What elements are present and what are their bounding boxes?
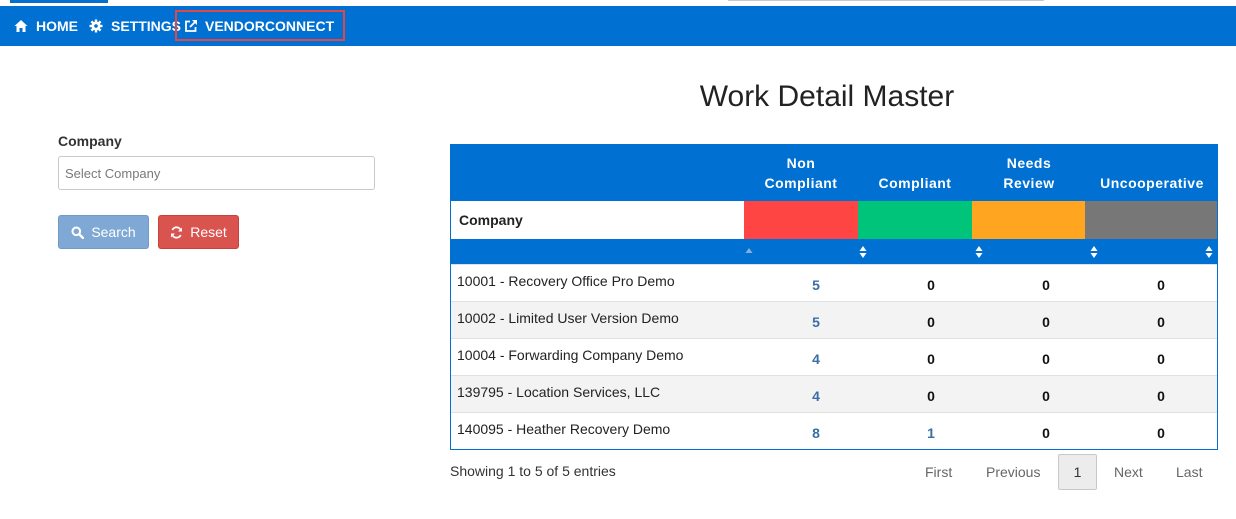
company-cell: 140095 - Heather Recovery Demo	[457, 421, 671, 437]
swatch-compliant	[858, 201, 972, 239]
nav-home-label: HOME	[36, 18, 78, 34]
sort-both-icon[interactable]	[975, 245, 983, 259]
company-cell: 10002 - Limited User Version Demo	[457, 310, 679, 326]
swatch-non-compliant	[744, 201, 858, 239]
sort-both-icon[interactable]	[1090, 245, 1098, 259]
uncooperative-count: 0	[1157, 388, 1165, 404]
column-header-non-compliant[interactable]: Non Compliant	[744, 153, 858, 193]
non-compliant-count-link[interactable]: 5	[759, 277, 873, 293]
external-link-icon	[184, 19, 198, 33]
company-cell: 10001 - Recovery Office Pro Demo	[457, 273, 675, 289]
page-title: Work Detail Master	[699, 80, 955, 113]
swatch-uncooperative	[1085, 201, 1217, 239]
nav-vendorconnect[interactable]: VENDORCONNECT	[175, 10, 346, 41]
pagination-next[interactable]: Next	[1114, 454, 1143, 490]
compliant-count-link[interactable]: 1	[874, 425, 988, 441]
needs-review-count: 0	[1042, 277, 1050, 293]
nav-settings-label: SETTINGS	[111, 18, 182, 34]
pagination-first[interactable]: First	[925, 454, 952, 490]
needs-review-count: 0	[1042, 314, 1050, 330]
refresh-icon	[170, 225, 183, 239]
gear-icon	[89, 19, 103, 33]
home-icon	[14, 19, 28, 33]
table-info: Showing 1 to 5 of 5 entries	[450, 463, 616, 479]
search-icon	[71, 226, 85, 239]
search-button[interactable]: Search	[58, 215, 149, 249]
compliant-count: 0	[927, 277, 935, 293]
column-header-uncooperative[interactable]: Uncooperative	[1086, 173, 1218, 193]
pagination-page-current[interactable]: 1	[1058, 454, 1097, 490]
sort-asc-icon[interactable]	[745, 245, 753, 259]
uncooperative-count: 0	[1157, 351, 1165, 367]
table-header-row: Non Compliant Compliant Needs Review Unc…	[450, 144, 1218, 201]
non-compliant-count-link[interactable]: 5	[759, 314, 873, 330]
column-header-needs-review[interactable]: Needs Review	[972, 153, 1086, 193]
pagination-last[interactable]: Last	[1176, 454, 1202, 490]
work-detail-table: Non Compliant Compliant Needs Review Unc…	[450, 144, 1218, 450]
company-filter-label: Company	[58, 133, 122, 149]
table-row: 140095 - Heather Recovery Demo 8 1 0 0	[451, 412, 1217, 449]
reset-button[interactable]: Reset	[158, 215, 239, 249]
top-strip-accent	[10, 0, 108, 3]
sort-both-icon[interactable]	[1205, 245, 1213, 259]
table-body: 10001 - Recovery Office Pro Demo 5 0 0 0…	[450, 264, 1218, 450]
uncooperative-count: 0	[1157, 425, 1165, 441]
sort-both-icon[interactable]	[859, 245, 867, 259]
compliant-count: 0	[927, 351, 935, 367]
company-select-input[interactable]	[58, 156, 375, 190]
column-header-company[interactable]: Company	[451, 201, 744, 239]
needs-review-count: 0	[1042, 351, 1050, 367]
uncooperative-count: 0	[1157, 277, 1165, 293]
sort-row	[450, 239, 1218, 264]
compliant-count: 0	[927, 314, 935, 330]
company-cell: 10004 - Forwarding Company Demo	[457, 347, 684, 363]
top-strip-divider	[728, 0, 1044, 1]
company-header-row: Company	[450, 201, 1218, 239]
reset-button-label: Reset	[190, 224, 227, 240]
nav-settings[interactable]: SETTINGS	[89, 6, 181, 46]
non-compliant-count-link[interactable]: 4	[759, 351, 873, 367]
nav-home[interactable]: HOME	[14, 6, 78, 46]
needs-review-count: 0	[1042, 425, 1050, 441]
top-navbar: HOME SETTINGS VENDORCONNECT	[0, 6, 1236, 46]
company-cell: 139795 - Location Services, LLC	[457, 384, 661, 400]
column-header-compliant[interactable]: Compliant	[858, 173, 972, 193]
compliant-count: 0	[927, 388, 935, 404]
pagination-previous[interactable]: Previous	[986, 454, 1040, 490]
search-button-label: Search	[91, 224, 136, 240]
table-row: 139795 - Location Services, LLC 4 0 0 0	[451, 375, 1217, 412]
table-row: 10004 - Forwarding Company Demo 4 0 0 0	[451, 338, 1217, 375]
needs-review-count: 0	[1042, 388, 1050, 404]
swatch-needs-review	[972, 201, 1085, 239]
table-row: 10001 - Recovery Office Pro Demo 5 0 0 0	[451, 264, 1217, 301]
nav-vendorconnect-label: VENDORCONNECT	[205, 17, 335, 34]
uncooperative-count: 0	[1157, 314, 1165, 330]
non-compliant-count-link[interactable]: 4	[759, 388, 873, 404]
table-row: 10002 - Limited User Version Demo 5 0 0 …	[451, 301, 1217, 338]
non-compliant-count-link[interactable]: 8	[759, 425, 873, 441]
